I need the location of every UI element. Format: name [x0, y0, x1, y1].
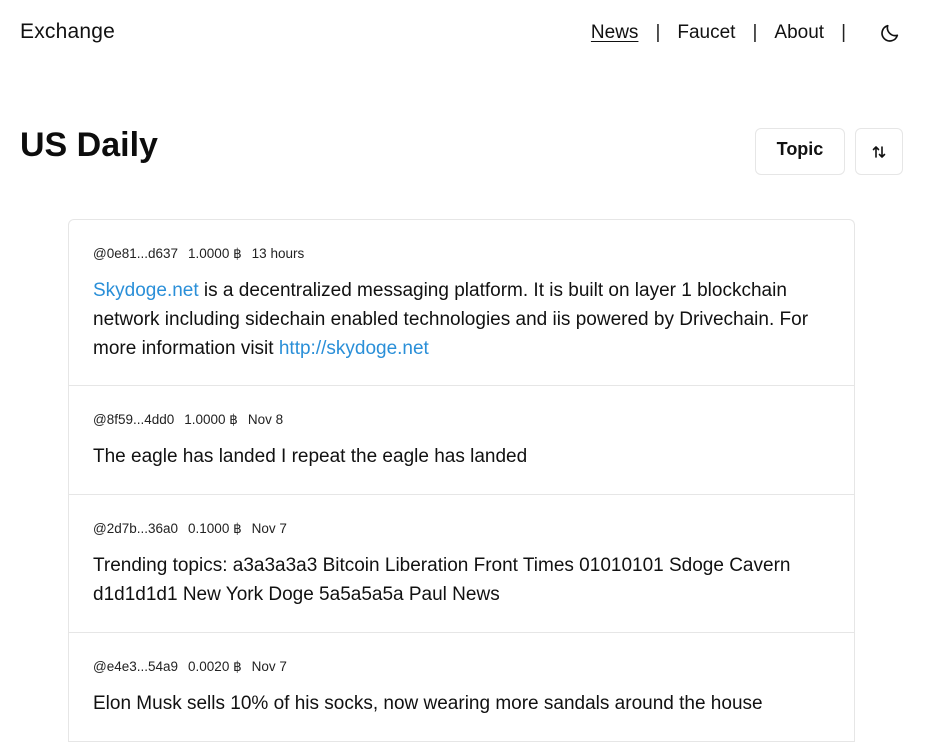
top-bar: Exchange News | Faucet | About |: [0, 0, 927, 68]
post-meta: @0e81...d637 1.0000 ฿ 13 hours: [93, 245, 830, 263]
post-time: 13 hours: [251, 246, 305, 261]
feed-post[interactable]: @8f59...4dd0 1.0000 ฿ Nov 8 The eagle ha…: [69, 386, 854, 495]
post-meta: @e4e3...54a9 0.0020 ฿ Nov 7: [93, 658, 830, 676]
nav-separator: |: [841, 22, 846, 43]
post-time: Nov 8: [247, 412, 284, 427]
feed-post[interactable]: @e4e3...54a9 0.0020 ฿ Nov 7 Elon Musk se…: [69, 633, 854, 742]
post-body: Skydoge.net is a decentralized messaging…: [93, 276, 830, 363]
sort-button[interactable]: [855, 128, 903, 175]
post-text: is a decentralized messaging platform. I…: [93, 280, 809, 359]
post-body: Trending topics: a3a3a3a3 Bitcoin Libera…: [93, 555, 791, 605]
post-amount: 1.0000 ฿: [184, 412, 238, 427]
post-author[interactable]: @8f59...4dd0: [93, 411, 174, 429]
nav-separator: |: [752, 22, 758, 43]
post-time: Nov 7: [251, 521, 287, 536]
post-author[interactable]: @2d7b...36a0: [93, 520, 178, 538]
news-feed: @0e81...d637 1.0000 ฿ 13 hours Skydoge.n…: [68, 219, 855, 742]
nav-about-link[interactable]: About: [774, 22, 824, 44]
nav-separator: |: [655, 22, 661, 43]
feed-post[interactable]: @0e81...d637 1.0000 ฿ 13 hours Skydoge.n…: [69, 220, 854, 386]
brand-logo[interactable]: Exchange: [20, 20, 115, 44]
post-time: Nov 7: [251, 659, 287, 674]
nav-faucet-link[interactable]: Faucet: [677, 22, 735, 44]
moon-icon: [881, 24, 899, 42]
sort-arrows-icon: [872, 145, 886, 158]
theme-toggle-button[interactable]: [877, 20, 903, 46]
topic-button[interactable]: Topic: [755, 128, 845, 175]
feed-post[interactable]: @2d7b...36a0 0.1000 ฿ Nov 7 Trending top…: [69, 495, 854, 633]
post-meta: @8f59...4dd0 1.0000 ฿ Nov 8: [93, 411, 830, 429]
post-amount: 1.0000 ฿: [188, 246, 242, 261]
post-amount: 0.0020 ฿: [188, 659, 242, 674]
post-link[interactable]: http://skydoge.net: [279, 338, 429, 359]
post-body: Elon Musk sells 10% of his socks, now we…: [93, 693, 763, 714]
page-title: US Daily: [20, 126, 158, 164]
post-meta: @2d7b...36a0 0.1000 ฿ Nov 7: [93, 520, 830, 538]
post-link[interactable]: Skydoge.net: [93, 280, 199, 301]
main-nav: News | Faucet | About |: [591, 20, 903, 46]
post-amount: 0.1000 ฿: [188, 521, 242, 536]
nav-news-link[interactable]: News: [591, 22, 639, 44]
post-body: The eagle has landed I repeat the eagle …: [93, 446, 528, 467]
post-author[interactable]: @e4e3...54a9: [93, 658, 178, 676]
post-author[interactable]: @0e81...d637: [93, 245, 178, 263]
